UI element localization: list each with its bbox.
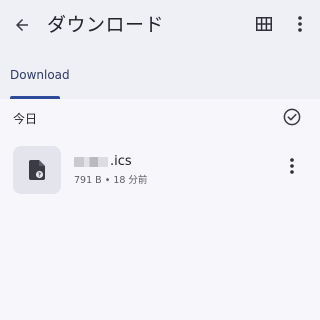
section-title: 今日: [13, 112, 38, 126]
unknown-file-icon: ?: [29, 160, 45, 180]
downloads-screen: ダウンロード Download 今日 ? .ics 791 B • 18 分前: [0, 0, 320, 320]
redacted-name-block: [74, 157, 108, 167]
tab-download[interactable]: Download: [0, 50, 70, 99]
grid-view-button[interactable]: [252, 12, 276, 36]
item-more-button[interactable]: [282, 156, 302, 176]
select-all-button[interactable]: [282, 107, 302, 127]
file-name: .ics: [110, 154, 132, 169]
list-item[interactable]: ? .ics 791 B • 18 分前: [0, 141, 320, 199]
more-vert-icon: [298, 16, 302, 32]
arrow-back-icon: [13, 16, 31, 34]
tab-label: Download: [10, 68, 70, 82]
page-title: ダウンロード: [47, 14, 165, 36]
file-thumbnail: ?: [13, 146, 61, 194]
svg-text:?: ?: [38, 172, 41, 178]
more-vert-icon: [290, 158, 294, 174]
top-app-bar: ダウンロード: [0, 0, 320, 50]
back-button[interactable]: [8, 11, 36, 39]
file-name-wrap: .ics: [74, 154, 132, 170]
more-options-button[interactable]: [288, 12, 312, 36]
check-circle-icon: [283, 108, 301, 126]
grid-view-icon: [256, 17, 272, 31]
date-section-header: 今日: [0, 99, 320, 139]
file-meta: 791 B • 18 分前: [74, 175, 148, 186]
tab-strip: Download: [0, 50, 320, 99]
